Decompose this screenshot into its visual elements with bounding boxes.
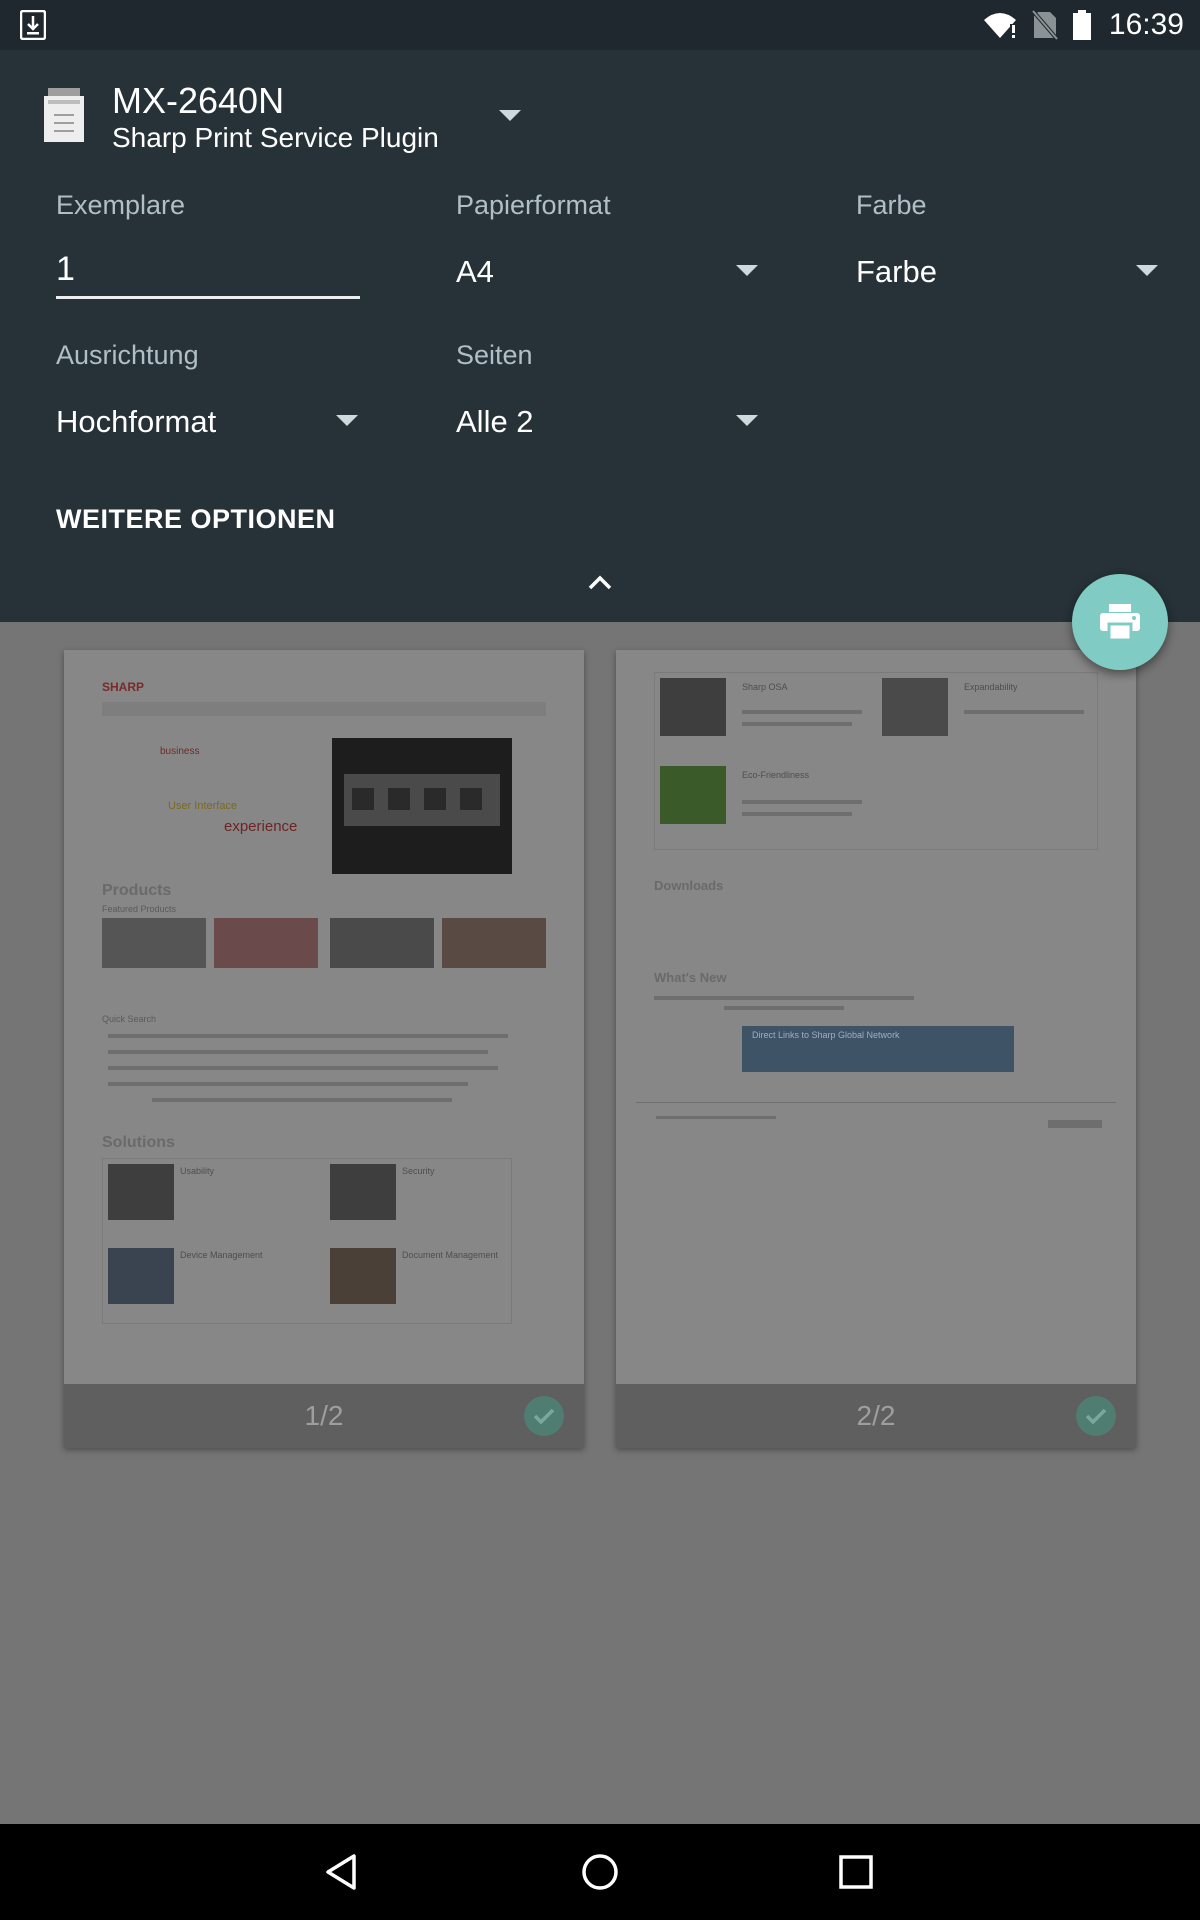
pages-select[interactable]: Alle 2 xyxy=(456,404,534,440)
page-2-content: Sharp OSA Expandability Eco-Friendliness… xyxy=(616,650,1136,1384)
wifi-icon xyxy=(984,13,1016,38)
printer-name[interactable]: MX-2640N xyxy=(112,80,284,122)
printer-device-icon xyxy=(44,88,84,142)
mini-hero-text-1: business xyxy=(160,746,200,757)
print-options-panel: MX-2640N Sharp Print Service Plugin Exem… xyxy=(0,50,1200,622)
copies-input[interactable]: 1 xyxy=(56,250,75,289)
mini-solution-title: Device Management xyxy=(180,1250,263,1260)
mini-downloads-heading: Downloads xyxy=(654,878,724,893)
paper-size-dropdown-icon[interactable] xyxy=(736,265,758,276)
mini-text-line xyxy=(742,710,862,714)
preview-page-1[interactable]: SHARP business User Interface experience… xyxy=(64,650,584,1448)
mini-quick-search: Quick Search xyxy=(102,1014,157,1024)
print-preview-area: SHARP business User Interface experience… xyxy=(0,622,1200,1824)
color-label: Farbe xyxy=(856,190,927,220)
more-options-button[interactable]: WEITERE OPTIONEN xyxy=(56,504,336,535)
battery-icon xyxy=(1073,10,1091,40)
orientation-select[interactable]: Hochformat xyxy=(56,404,216,440)
mini-solution-image xyxy=(108,1248,174,1304)
mini-solution-image xyxy=(108,1164,174,1220)
mini-product-thumb xyxy=(330,918,434,968)
mini-whats-new-heading: What's New xyxy=(654,970,727,985)
page-1-number: 1/2 xyxy=(304,1400,344,1431)
mini-feature-title: Expandability xyxy=(964,682,1018,692)
mini-solution-title: Usability xyxy=(180,1166,215,1176)
mini-sharp-logo: SHARP xyxy=(102,680,145,694)
mini-nav-bar xyxy=(102,702,546,716)
mini-text-line xyxy=(742,800,862,804)
no-sim-icon xyxy=(1032,10,1058,40)
home-icon[interactable] xyxy=(576,1848,624,1896)
mini-featured-label: Featured Products xyxy=(102,904,177,914)
navigation-bar xyxy=(0,1824,1200,1920)
check-icon[interactable] xyxy=(524,1396,564,1436)
copies-label: Exemplare xyxy=(56,190,186,220)
mini-divider xyxy=(636,1102,1116,1103)
mini-text-line xyxy=(108,1050,488,1054)
mini-product-thumb xyxy=(442,918,546,968)
mini-text-line xyxy=(152,1098,452,1102)
mini-text-line xyxy=(724,1006,844,1010)
mini-solutions-heading: Solutions xyxy=(102,1134,175,1151)
mini-hero-image xyxy=(332,738,512,874)
mini-feature-image xyxy=(882,678,948,736)
orientation-label: Ausrichtung xyxy=(56,340,199,370)
mini-text-line xyxy=(654,996,914,1000)
chevron-up-icon[interactable] xyxy=(586,572,614,592)
mini-text-line xyxy=(108,1082,468,1086)
mini-solution-title: Security xyxy=(402,1166,435,1176)
mini-text-line xyxy=(742,722,852,726)
mini-hero-text-2: User Interface xyxy=(168,800,238,812)
mini-solution-title: Document Management xyxy=(402,1250,499,1260)
mini-text-line xyxy=(108,1034,508,1038)
mini-text-line xyxy=(742,812,852,816)
mini-global-network-banner: Direct Links to Sharp Global Network xyxy=(742,1026,1014,1072)
page-2-number: 2/2 xyxy=(856,1400,896,1431)
page-1-footer: 1/2 xyxy=(64,1384,584,1448)
mini-solution-image xyxy=(330,1164,396,1220)
print-icon xyxy=(1100,604,1140,642)
orientation-dropdown-icon[interactable] xyxy=(336,415,358,426)
mini-product-thumb xyxy=(102,918,206,968)
mini-hero-text-3: experience xyxy=(224,818,298,835)
mini-products-heading: Products xyxy=(102,882,172,899)
mini-text-line xyxy=(108,1066,498,1070)
copies-underline xyxy=(56,296,360,299)
page-1-content: SHARP business User Interface experience… xyxy=(64,650,584,1384)
paper-size-select[interactable]: A4 xyxy=(456,254,494,290)
status-bar: 16:39 xyxy=(0,0,1200,50)
mini-product-thumb xyxy=(214,918,318,968)
print-button[interactable] xyxy=(1072,574,1168,670)
mini-feature-image xyxy=(660,678,726,736)
printer-service[interactable]: Sharp Print Service Plugin xyxy=(112,122,439,154)
printer-dropdown-icon[interactable] xyxy=(490,100,530,130)
mini-feature-title: Eco-Friendliness xyxy=(742,770,810,780)
mini-text-line xyxy=(1048,1120,1102,1128)
mini-text-line xyxy=(656,1116,776,1119)
paper-size-label: Papierformat xyxy=(456,190,611,220)
clock: 16:39 xyxy=(1108,8,1184,41)
mini-feature-image xyxy=(660,766,726,824)
recents-icon[interactable] xyxy=(832,1848,880,1896)
color-select[interactable]: Farbe xyxy=(856,254,937,290)
mini-feature-title: Sharp OSA xyxy=(742,682,788,692)
back-icon[interactable] xyxy=(320,1848,368,1896)
pages-label: Seiten xyxy=(456,340,533,370)
download-icon xyxy=(20,10,46,40)
check-icon[interactable] xyxy=(1076,1396,1116,1436)
preview-page-2[interactable]: Sharp OSA Expandability Eco-Friendliness… xyxy=(616,650,1136,1448)
page-2-footer: 2/2 xyxy=(616,1384,1136,1448)
mini-text-line xyxy=(964,710,1084,714)
pages-dropdown-icon[interactable] xyxy=(736,415,758,426)
color-dropdown-icon[interactable] xyxy=(1136,265,1158,276)
mini-solution-image xyxy=(330,1248,396,1304)
